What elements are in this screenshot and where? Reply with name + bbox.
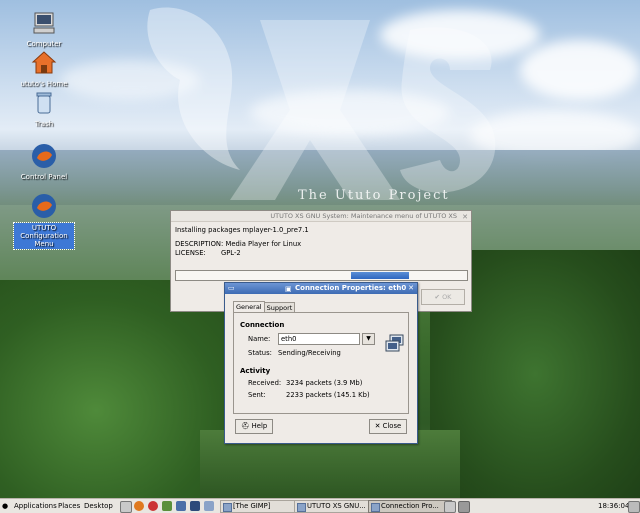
task-button-connection[interactable]: Connection Pro... bbox=[368, 500, 452, 513]
ututo-config-icon bbox=[32, 194, 56, 218]
cloud bbox=[60, 60, 200, 100]
status-value: Sending/Receiving bbox=[278, 349, 341, 357]
help-button[interactable]: ⛑ Help bbox=[235, 419, 273, 434]
desktop-icon-control-panel[interactable]: Control Panel bbox=[14, 143, 74, 181]
help-button-label: Help bbox=[251, 422, 268, 430]
office-launcher-icon[interactable] bbox=[162, 501, 172, 511]
computer-icon bbox=[33, 12, 55, 34]
home-icon bbox=[31, 51, 57, 74]
chevron-down-icon[interactable]: ▼ bbox=[362, 333, 375, 345]
dialog-titlebar[interactable]: ▭ ▣ Connection Properties: eth0 ✕ bbox=[225, 283, 417, 294]
window-menu-icon[interactable]: ▭ bbox=[228, 283, 235, 294]
filemanager-launcher-icon[interactable] bbox=[190, 501, 200, 511]
task-label: Connection Pro... bbox=[381, 502, 439, 510]
desktop-icon-label: ututo's Home bbox=[20, 80, 68, 88]
trash-icon bbox=[36, 92, 52, 114]
received-label: Received: bbox=[248, 379, 282, 387]
menu-places[interactable]: Places bbox=[58, 499, 80, 513]
desktop-icon-ututo-configuration[interactable]: UTUTO Configuration Menu bbox=[13, 193, 75, 250]
workspace-switcher-icon[interactable] bbox=[628, 501, 640, 513]
mail-launcher-icon[interactable] bbox=[148, 501, 158, 511]
desktop-icon-computer[interactable]: Computer bbox=[14, 10, 74, 48]
desktop-icon-home[interactable]: ututo's Home bbox=[14, 50, 74, 88]
close-icon: ✕ bbox=[374, 422, 381, 430]
control-panel-icon bbox=[32, 144, 56, 168]
status-label: Status: bbox=[248, 349, 272, 357]
close-button[interactable]: ✕ Close bbox=[369, 419, 407, 434]
ututo-icon bbox=[297, 503, 306, 512]
cloud bbox=[380, 10, 540, 60]
show-desktop-icon[interactable] bbox=[204, 501, 214, 511]
package-license: LICENSE: GPL-2 bbox=[175, 249, 241, 257]
menu-applications[interactable]: Applications bbox=[14, 499, 57, 513]
gnome-foot-icon[interactable]: ● bbox=[2, 499, 8, 513]
desktop-icon-label: Control Panel bbox=[20, 173, 68, 181]
desktop-icon-label: Trash bbox=[34, 120, 54, 128]
install-progress-bar bbox=[175, 270, 468, 281]
menu-desktop[interactable]: Desktop bbox=[84, 499, 113, 513]
help-icon: ⛑ bbox=[240, 422, 250, 430]
close-icon[interactable]: ✕ bbox=[408, 283, 414, 294]
terminal-launcher-icon[interactable] bbox=[120, 501, 132, 513]
network-icon bbox=[371, 503, 380, 512]
activity-section-heading: Activity bbox=[240, 367, 271, 375]
general-tab-panel: Connection Name: eth0 ▼ Status: Sending/… bbox=[233, 312, 409, 414]
task-label: UTUTO XS GNU... bbox=[307, 502, 366, 510]
bottom-panel: ● Applications Places Desktop [The GIMP]… bbox=[0, 498, 640, 513]
network-icon: ▣ bbox=[285, 285, 292, 293]
watermark-text: The Ututo Project bbox=[298, 188, 450, 203]
firefox-launcher-icon[interactable] bbox=[134, 501, 144, 511]
window-title: UTUTO XS GNU System: Maintenance menu of… bbox=[270, 212, 457, 220]
clock[interactable]: 18:36:04 bbox=[598, 499, 629, 513]
tray-network-icon[interactable] bbox=[444, 501, 456, 513]
desktop-icon-trash[interactable]: Trash bbox=[14, 90, 74, 128]
cloud bbox=[520, 40, 640, 100]
connection-section-heading: Connection bbox=[240, 321, 285, 329]
install-status-text: Installing packages mplayer-1.0_pre7.1 bbox=[175, 226, 309, 234]
task-button-ututo[interactable]: UTUTO XS GNU... bbox=[294, 500, 378, 513]
task-button-gimp[interactable]: [The GIMP] bbox=[220, 500, 304, 513]
network-connection-icon bbox=[385, 334, 404, 352]
name-combobox[interactable]: eth0 bbox=[278, 333, 360, 345]
close-button-label: Close bbox=[382, 422, 402, 430]
progress-fill bbox=[351, 272, 409, 279]
dialog-title: Connection Properties: eth0 bbox=[295, 284, 407, 292]
received-value: 3234 packets (3.9 Mb) bbox=[286, 379, 363, 387]
ok-button[interactable]: ✔ OK bbox=[421, 289, 465, 305]
sent-label: Sent: bbox=[248, 391, 266, 399]
editor-launcher-icon[interactable] bbox=[176, 501, 186, 511]
sent-value: 2233 packets (145.1 Kb) bbox=[286, 391, 370, 399]
package-description: DESCRIPTION: Media Player for Linux bbox=[175, 240, 302, 248]
ok-button-label: OK bbox=[442, 293, 452, 301]
maintenance-titlebar[interactable]: UTUTO XS GNU System: Maintenance menu of… bbox=[171, 211, 471, 222]
close-icon[interactable]: ✕ bbox=[462, 212, 468, 222]
desktop-icon-label: Computer bbox=[26, 40, 62, 48]
task-label: [The GIMP] bbox=[233, 502, 271, 510]
cloud bbox=[250, 90, 450, 135]
tab-strip: General Support bbox=[233, 301, 296, 313]
desktop-icon-label: UTUTO Configuration Menu bbox=[13, 222, 75, 250]
tray-volume-icon[interactable] bbox=[458, 501, 470, 513]
gimp-icon bbox=[223, 503, 232, 512]
connection-properties-dialog: ▭ ▣ Connection Properties: eth0 ✕ Genera… bbox=[224, 282, 418, 444]
check-icon: ✔ bbox=[434, 293, 440, 301]
name-label: Name: bbox=[248, 335, 271, 343]
